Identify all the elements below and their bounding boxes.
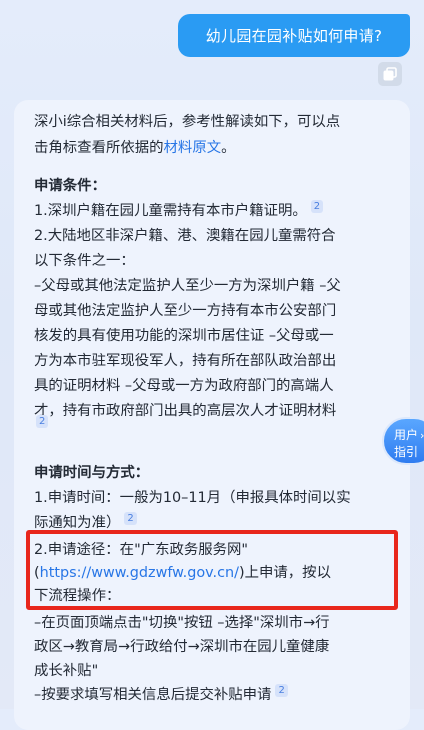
citation-badge[interactable]: 2 — [124, 512, 137, 525]
user-guide-label-2: 指引 — [394, 445, 419, 459]
citation-badge[interactable]: 2 — [275, 684, 288, 697]
citation-badge[interactable]: 2 — [36, 415, 49, 428]
intro-line-1: 深小i综合相关材料后，参考性解读如下，可以点 — [34, 108, 340, 136]
copy-icon — [383, 67, 397, 81]
citation-badge[interactable]: 2 — [310, 200, 324, 213]
step-line-4-text: –按要求填写相关信息后提交补贴申请 — [34, 687, 272, 703]
user-guide-label-1: 用户 — [394, 428, 419, 442]
user-message-bubble: 幼儿园在园补贴如何申请? — [178, 14, 410, 57]
condition-2-line-6: 方为本市驻军现役军人，持有所在部队政治部出 — [34, 353, 337, 369]
copy-button[interactable] — [378, 62, 402, 86]
intro-line-2: 击角标查看所依据的材料原文。 — [34, 134, 236, 162]
user-message-text: 幼儿园在园补贴如何申请? — [205, 27, 383, 45]
intro-prefix: 击角标查看所依据的 — [34, 140, 164, 156]
condition-2-citation-row: 2 — [36, 412, 49, 440]
condition-2-line-4: 母或其他法定监护人至少一方持有本市公安部门 — [34, 303, 337, 319]
section-time-title: 申请时间与方式： — [34, 465, 150, 481]
condition-1-text: 1.深圳户籍在园儿童需持有本市户籍证明。 — [34, 203, 307, 219]
intro-suffix: 。 — [221, 140, 236, 156]
user-guide-button[interactable]: 用户 › 指引 — [382, 417, 424, 465]
highlight-box — [26, 530, 398, 610]
time-line-1: 1.申请时间：一般为10–11月（申报具体时间以实 — [34, 490, 351, 506]
condition-2-line-2: 以下条件之一： — [34, 253, 135, 269]
condition-1: 1.深圳户籍在园儿童需持有本市户籍证明。 2 — [34, 197, 324, 225]
source-material-link[interactable]: 材料原文 — [164, 140, 222, 156]
condition-2-line-7: 具的证明材料 –父母或一方为政府部门的高端人 — [34, 378, 334, 394]
intro-text: 深小i综合相关材料后，参考性解读如下，可以点 — [34, 114, 341, 130]
condition-2-line-5: 核发的具有使用功能的深圳市居住证 –父母或一 — [34, 328, 334, 344]
chevron-right-icon: › — [420, 429, 424, 442]
condition-2-line-3: –父母或其他法定监护人至少一方为深圳户籍 –父 — [34, 278, 341, 294]
condition-2-line-1: 2.大陆地区非深户籍、港、澳籍在园儿童需符合 — [34, 228, 336, 244]
section-conditions-title: 申请条件： — [34, 178, 106, 194]
step-line-4: –按要求填写相关信息后提交补贴申请 2 — [34, 681, 288, 709]
condition-2-line-8: 才，持有市政府部门出具的高层次人才证明材料 — [34, 403, 337, 419]
time-line-2-text: 际通知为准） — [34, 515, 121, 531]
